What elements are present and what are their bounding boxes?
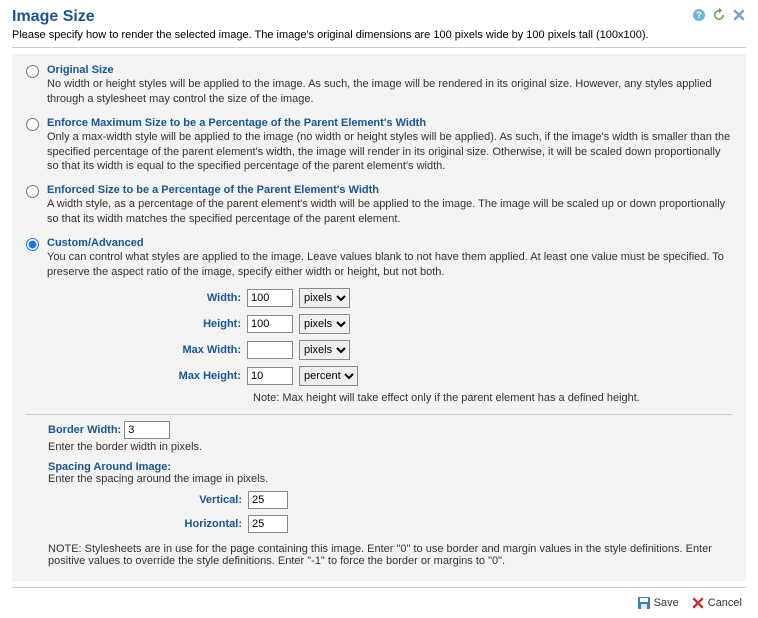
option-desc-enforce-max: Only a max-width style will be applied t…: [47, 130, 732, 175]
svg-text:?: ?: [696, 10, 702, 20]
option-desc-enforced-pct: A width style, as a percentage of the pa…: [47, 197, 732, 227]
option-desc-original: No width or height styles will be applie…: [47, 77, 732, 107]
save-label: Save: [654, 597, 679, 609]
input-vertical[interactable]: [248, 491, 288, 509]
select-max-height-unit[interactable]: percent: [299, 366, 358, 386]
cancel-label: Cancel: [708, 597, 742, 609]
stylesheet-note: NOTE: Stylesheets are in use for the pag…: [48, 543, 732, 567]
max-height-note: Note: Max height will take effect only i…: [253, 392, 732, 404]
option-title-custom: Custom/Advanced: [47, 237, 732, 249]
divider-footer: [12, 587, 746, 588]
spacing-heading: Spacing Around Image:: [48, 461, 732, 473]
input-max-height[interactable]: [247, 367, 293, 385]
refresh-icon[interactable]: [712, 8, 726, 25]
select-max-width-unit[interactable]: pixels: [299, 340, 350, 360]
option-title-original: Original Size: [47, 64, 732, 76]
label-vertical: Vertical:: [48, 494, 248, 506]
border-help: Enter the border width in pixels.: [48, 441, 732, 453]
input-horizontal[interactable]: [248, 515, 288, 533]
cancel-button[interactable]: Cancel: [691, 596, 742, 610]
label-height: Height:: [47, 318, 247, 330]
select-width-unit[interactable]: pixels: [299, 288, 350, 308]
radio-custom[interactable]: [26, 238, 39, 251]
label-border-width: Border Width:: [48, 424, 121, 436]
cancel-icon: [691, 596, 705, 610]
options-panel: Original Size No width or height styles …: [12, 54, 746, 581]
radio-original[interactable]: [26, 65, 39, 78]
divider-inner: [26, 414, 732, 415]
option-title-enforce-max: Enforce Maximum Size to be a Percentage …: [47, 117, 732, 129]
save-icon: [637, 596, 651, 610]
intro-text: Please specify how to render the selecte…: [12, 29, 746, 41]
input-height[interactable]: [247, 315, 293, 333]
label-max-width: Max Width:: [47, 344, 247, 356]
input-border-width[interactable]: [124, 421, 170, 439]
help-icon[interactable]: ?: [692, 8, 706, 25]
label-max-height: Max Height:: [47, 370, 247, 382]
label-horizontal: Horizontal:: [48, 518, 248, 530]
input-width[interactable]: [247, 289, 293, 307]
spacing-help: Enter the spacing around the image in pi…: [48, 473, 732, 485]
close-icon[interactable]: [732, 8, 746, 25]
page-title: Image Size: [12, 8, 746, 26]
label-width: Width:: [47, 292, 247, 304]
divider: [12, 47, 746, 48]
save-button[interactable]: Save: [637, 596, 679, 610]
select-height-unit[interactable]: pixels: [299, 314, 350, 334]
option-title-enforced-pct: Enforced Size to be a Percentage of the …: [47, 184, 732, 196]
radio-enforced-pct[interactable]: [26, 185, 39, 198]
input-max-width[interactable]: [247, 341, 293, 359]
radio-enforce-max[interactable]: [26, 118, 39, 131]
option-desc-custom: You can control what styles are applied …: [47, 250, 732, 280]
